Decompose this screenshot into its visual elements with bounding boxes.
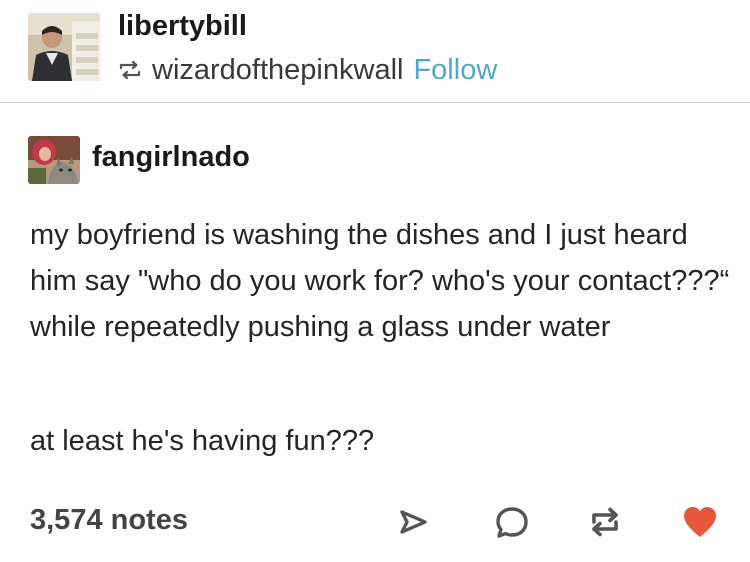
header-divider — [0, 102, 750, 103]
reblog-source-line: wizardofthepinkwall Follow — [118, 52, 497, 88]
share-icon[interactable] — [393, 502, 433, 542]
original-poster-username[interactable]: fangirlnado — [92, 139, 250, 175]
reblogger-username[interactable]: libertybill — [118, 8, 247, 44]
post-paragraph: my boyfriend is washing the dishes and I… — [30, 219, 730, 343]
original-poster-avatar[interactable] — [28, 136, 80, 184]
original-poster-avatar-image — [28, 136, 80, 184]
post-paragraph: at least he's having fun??? — [30, 425, 375, 457]
notes-count[interactable]: 3,574 notes — [30, 500, 188, 540]
reblogged-from-username[interactable]: wizardofthepinkwall — [152, 54, 403, 87]
reblogger-avatar-image — [28, 13, 100, 81]
reblog-icon[interactable] — [585, 502, 625, 542]
reblogger-avatar[interactable] — [28, 13, 100, 81]
follow-button[interactable]: Follow — [413, 54, 497, 87]
heart-icon[interactable] — [680, 502, 720, 542]
reply-icon[interactable] — [492, 502, 532, 542]
reblog-small-icon — [118, 60, 142, 80]
